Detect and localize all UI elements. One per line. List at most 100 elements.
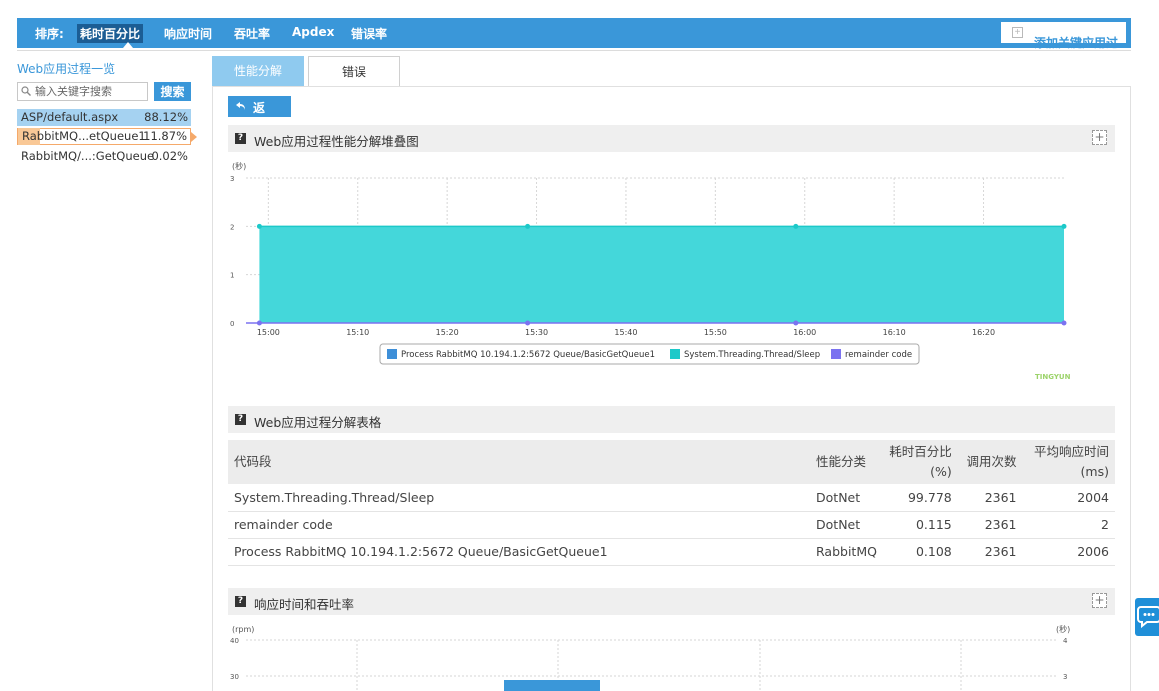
col-time-percent-label: 耗时百分比 (%) [889, 444, 952, 479]
item-name: RabbitMQ...etQueue1 [22, 129, 146, 143]
expand-icon[interactable]: + [1092, 130, 1107, 145]
cell-code-segment: Process RabbitMQ 10.194.1.2:5672 Queue/B… [228, 538, 811, 566]
cell-code-segment: System.Threading.Thread/Sleep [228, 484, 811, 512]
point-thread-sleep[interactable] [256, 223, 262, 229]
stacked-area-chart: (秒) 0 1 2 3 15:00 15:10 15:20 15:30 15:40 15:50 16… [230, 161, 1071, 381]
point-thread-sleep[interactable] [1061, 223, 1067, 229]
sidebar-title: Web应用过程一览 [17, 62, 116, 76]
y-right-tick-label: 3 [1063, 673, 1067, 681]
cell-avg-response: 2 [1022, 511, 1115, 539]
section-header-response-throughput: ? 响应时间和吞吐率 + [228, 588, 1115, 615]
table-header-row: 代码段 性能分类 耗时百分比 (%) 调用次数 平均响应时间 (ms) [228, 440, 1115, 484]
cell-avg-response: 2004 [1022, 484, 1115, 512]
col-avg-response[interactable]: 平均响应时间 (ms) [1022, 440, 1115, 484]
breakdown-table: 代码段 性能分类 耗时百分比 (%) 调用次数 平均响应时间 (ms) System… [228, 440, 1115, 566]
y-left-tick-label: 40 [230, 637, 239, 645]
item-percent: 11.87% [143, 129, 187, 143]
list-item[interactable]: ASP/default.aspx 88.12% [17, 109, 191, 126]
x-tick-label: 15:00 [257, 328, 280, 337]
point-remainder[interactable] [1061, 320, 1067, 326]
help-icon: ? [235, 596, 246, 607]
sort-bar: 排序: 耗时百分比 响应时间 吞吐率 Apdex 错误率 + 添加关键应用过 [17, 18, 1131, 50]
search-icon [21, 86, 31, 96]
y-axis-label: (秒) [232, 161, 246, 171]
sort-by-error-rate[interactable]: 错误率 [351, 25, 387, 42]
x-tick-label: 15:10 [346, 328, 369, 337]
cell-code-segment: remainder code [228, 511, 811, 539]
back-button[interactable]: 返 [228, 96, 291, 117]
search-box [17, 82, 148, 101]
table-row: System.Threading.Thread/Sleep DotNet 99.77… [228, 484, 1115, 512]
tab-errors[interactable]: 错误 [308, 56, 400, 86]
tab-performance-breakdown[interactable]: 性能分解 [212, 56, 304, 86]
col-category[interactable]: 性能分类 [810, 440, 883, 484]
section-title: Web应用过程分解表格 [254, 415, 382, 430]
legend-swatch-thread-sleep [670, 349, 680, 359]
section-header-stacked-chart: ? Web应用过程性能分解堆叠图 + [228, 125, 1115, 152]
sort-by-apdex[interactable]: Apdex [292, 25, 334, 39]
y-axis-right-label: (秒) [1056, 624, 1070, 634]
throughput-bar[interactable] [504, 680, 600, 691]
x-tick-label: 16:10 [883, 328, 906, 337]
help-icon: ? [235, 414, 246, 425]
item-name: ASP/default.aspx [21, 110, 119, 124]
area-thread-sleep[interactable] [259, 226, 1064, 323]
item-percent: 0.02% [151, 149, 188, 163]
item-name: RabbitMQ/...:GetQueue [21, 149, 155, 163]
point-remainder[interactable] [525, 320, 531, 326]
cell-call-count: 2361 [957, 538, 1023, 566]
point-thread-sleep[interactable] [793, 223, 799, 229]
active-sort-caret-icon [123, 42, 133, 48]
response-throughput-chart: (rpm) (秒) 40 4 30 3 [230, 624, 1070, 691]
x-tick-label: 16:00 [793, 328, 816, 337]
x-tick-label: 15:20 [436, 328, 459, 337]
point-remainder[interactable] [793, 320, 799, 326]
col-time-percent[interactable]: 耗时百分比 (%) [882, 440, 958, 484]
point-remainder[interactable] [256, 320, 262, 326]
cell-category: RabbitMQ [810, 538, 883, 566]
y-axis-left-label: (rpm) [232, 625, 254, 634]
sort-by-throughput[interactable]: 吞吐率 [234, 25, 270, 42]
sort-by-time-percent[interactable]: 耗时百分比 [77, 24, 144, 43]
divider [17, 50, 1131, 51]
legend-item-process[interactable]: Process RabbitMQ 10.194.1.2:5672 Queue/B… [401, 350, 655, 360]
add-key-app-button[interactable]: + 添加关键应用过 [1000, 21, 1127, 50]
y-tick-label: 3 [230, 175, 234, 183]
chat-support-button[interactable] [1135, 598, 1159, 636]
col-call-count[interactable]: 调用次数 [957, 440, 1023, 484]
back-label: 返 [253, 101, 266, 115]
y-tick-label: 2 [230, 223, 234, 231]
expand-icon[interactable]: + [1092, 593, 1107, 608]
x-tick-label: 15:30 [525, 328, 548, 337]
cell-call-count: 2361 [957, 511, 1023, 539]
x-tick-label: 15:50 [704, 328, 727, 337]
cell-category: DotNet [810, 511, 883, 539]
list-item-selected[interactable]: RabbitMQ...etQueue1 11.87% [17, 128, 197, 145]
legend-item-thread-sleep[interactable]: System.Threading.Thread/Sleep [684, 350, 820, 360]
chart-legend: Process RabbitMQ 10.194.1.2:5672 Queue/B… [379, 343, 920, 365]
help-icon: ? [235, 133, 246, 144]
col-code-segment[interactable]: 代码段 [228, 440, 811, 484]
cell-category: DotNet [810, 484, 883, 512]
section-title: Web应用过程性能分解堆叠图 [254, 134, 419, 149]
search-button[interactable]: 搜索 [154, 82, 191, 101]
sort-by-response-time[interactable]: 响应时间 [164, 25, 212, 42]
cell-time-percent: 99.778 [882, 484, 958, 512]
y-tick-label: 1 [230, 272, 234, 280]
search-input[interactable] [35, 84, 145, 99]
col-avg-response-label: 平均响应时间 (ms) [1033, 444, 1109, 479]
cell-avg-response: 2006 [1022, 538, 1115, 566]
table-row: remainder code DotNet 0.115 2361 2 [228, 511, 1115, 539]
watermark: TINGYUN [1035, 373, 1071, 381]
list-item[interactable]: RabbitMQ/...:GetQueue 0.02% [17, 148, 191, 165]
sort-label: 排序: [35, 27, 64, 41]
legend-swatch-remainder [831, 349, 841, 359]
item-percent: 88.12% [144, 110, 188, 124]
point-thread-sleep[interactable] [525, 223, 531, 229]
legend-swatch-process [387, 349, 397, 359]
selected-arrow-icon [191, 132, 197, 142]
table-row: Process RabbitMQ 10.194.1.2:5672 Queue/B… [228, 538, 1115, 566]
x-tick-label: 15:40 [614, 328, 637, 337]
section-header-table: ? Web应用过程分解表格 [228, 406, 1115, 433]
legend-item-remainder[interactable]: remainder code [845, 350, 912, 360]
